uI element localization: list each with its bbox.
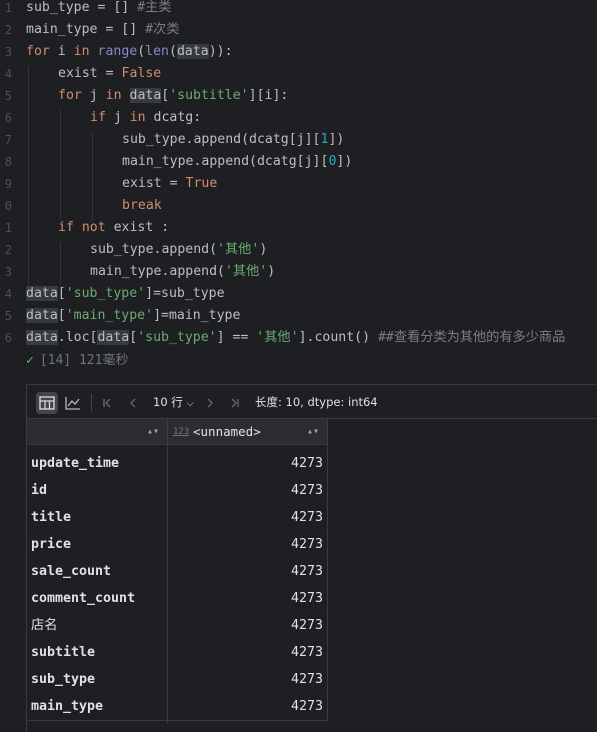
table-row: main_type 4273 [27, 693, 327, 720]
first-page-icon[interactable] [96, 392, 118, 414]
table-row: subtitle 4273 [27, 639, 327, 666]
rows-per-page-label: 10 行 [153, 395, 183, 409]
code-line-2: main_type = [] #次类 [26, 22, 180, 37]
chevron-down-icon: ⌵ [186, 399, 194, 409]
row-index: title [31, 510, 72, 525]
table-row: id 4273 [27, 477, 327, 504]
row-index: comment_count [31, 591, 136, 606]
code-line-10: break [122, 198, 162, 213]
code-editor[interactable]: 1 2 3 4 5 6 7 8 9 0 1 2 3 4 5 6 sub_type… [0, 0, 597, 374]
previous-page-icon[interactable] [122, 392, 144, 414]
execution-status: ✓ [14] 121毫秒 [26, 350, 128, 372]
row-index: main_type [31, 699, 104, 714]
row-value: 4273 [290, 672, 323, 687]
code-line-7: sub_type.append(dcatg[j][1]) [122, 132, 345, 147]
row-index: 店名 [31, 618, 58, 633]
code-line-12: sub_type.append('其他') [90, 242, 268, 257]
row-index: price [31, 537, 72, 552]
row-index: subtitle [31, 645, 96, 660]
line-number: 7 [4, 133, 12, 147]
code-line-16: data.loc[data['sub_type'] == '其他'].count… [26, 330, 566, 345]
success-check-icon: ✓ [26, 353, 34, 368]
code-line-9: exist = True [122, 176, 218, 191]
row-value: 4273 [290, 510, 323, 525]
sort-icon[interactable]: ▴▾ [307, 419, 319, 445]
line-number: 9 [4, 177, 12, 191]
numeric-type-icon: 123 [173, 427, 190, 437]
code-line-14: data['sub_type']=sub_type [26, 286, 225, 301]
indent-guide [28, 66, 29, 286]
indent-guide [60, 242, 61, 286]
output-toolbar: 10 行 ⌵ 长度: 10, dtype: int64 [27, 385, 597, 419]
code-line-3: for i in range(len(data)): [26, 44, 233, 59]
line-number: 2 [4, 243, 12, 257]
table-header: ▴▾ 123 <unnamed> ▴▾ [27, 419, 327, 445]
series-info: 长度: 10, dtype: int64 [255, 395, 378, 409]
sort-icon[interactable]: ▴▾ [147, 419, 159, 445]
line-number: 1 [4, 221, 12, 235]
table-row: title 4273 [27, 504, 327, 531]
code-line-13: main_type.append('其他') [90, 264, 276, 279]
row-value: 4273 [290, 699, 323, 714]
table-row: price 4273 [27, 531, 327, 558]
table-row: comment_count 4273 [27, 585, 327, 612]
line-number: 5 [4, 89, 12, 103]
code-line-8: main_type.append(dcatg[j][0]) [122, 154, 353, 169]
line-number: 5 [4, 309, 12, 323]
code-line-6: if j in dcatg: [90, 110, 202, 125]
line-number: 0 [4, 199, 12, 213]
code-line-11: if not exist : [58, 220, 170, 235]
line-number: 1 [4, 1, 12, 15]
row-value: 4273 [290, 645, 323, 660]
row-value: 4273 [290, 564, 323, 579]
table-row: sale_count 4273 [27, 558, 327, 585]
row-index: update_time [31, 456, 120, 471]
result-table: ▴▾ 123 <unnamed> ▴▾ update_time 4273 id 42… [27, 419, 328, 724]
execution-time: [14] 121毫秒 [39, 353, 129, 368]
row-index: sale_count [31, 564, 112, 579]
table-row: update_time 4273 [27, 450, 327, 477]
line-number: 3 [4, 265, 12, 279]
table-row: 店名 4273 [27, 612, 327, 639]
row-value: 4273 [290, 456, 323, 471]
code-line-4: exist = False [58, 66, 162, 81]
value-column-header[interactable]: <unnamed> [193, 419, 261, 445]
line-number: 6 [4, 111, 12, 125]
rows-per-page-select[interactable]: 10 行 ⌵ [153, 385, 194, 419]
row-index: sub_type [31, 672, 96, 687]
indent-guide [60, 110, 61, 220]
row-value: 4273 [290, 483, 323, 498]
line-number-gutter: 1 2 3 4 5 6 7 8 9 0 1 2 3 4 5 6 [0, 0, 18, 374]
toolbar-divider [91, 394, 92, 412]
line-number: 4 [4, 287, 12, 301]
table-row: sub_type 4273 [27, 666, 327, 693]
code-line-15: data['main_type']=main_type [26, 308, 241, 323]
line-number: 4 [4, 67, 12, 81]
next-page-icon[interactable] [199, 392, 221, 414]
row-value: 4273 [290, 537, 323, 552]
line-number: 3 [4, 45, 12, 59]
code-line-1: sub_type = [] #主类 [26, 0, 172, 15]
chart-view-icon[interactable] [62, 392, 84, 414]
indent-guide [92, 132, 93, 220]
row-value: 4273 [290, 618, 323, 633]
row-value: 4273 [290, 591, 323, 606]
output-panel: 10 行 ⌵ 长度: 10, dtype: int64 ▴▾ 123 <unnam… [26, 384, 597, 732]
row-index: id [31, 483, 48, 498]
line-number: 2 [4, 23, 12, 37]
code-line-5: for j in data['subtitle'][i]: [58, 88, 289, 103]
table-view-icon[interactable] [36, 392, 58, 414]
last-page-icon[interactable] [224, 392, 246, 414]
line-number: 6 [4, 331, 12, 345]
line-number: 8 [4, 155, 12, 169]
